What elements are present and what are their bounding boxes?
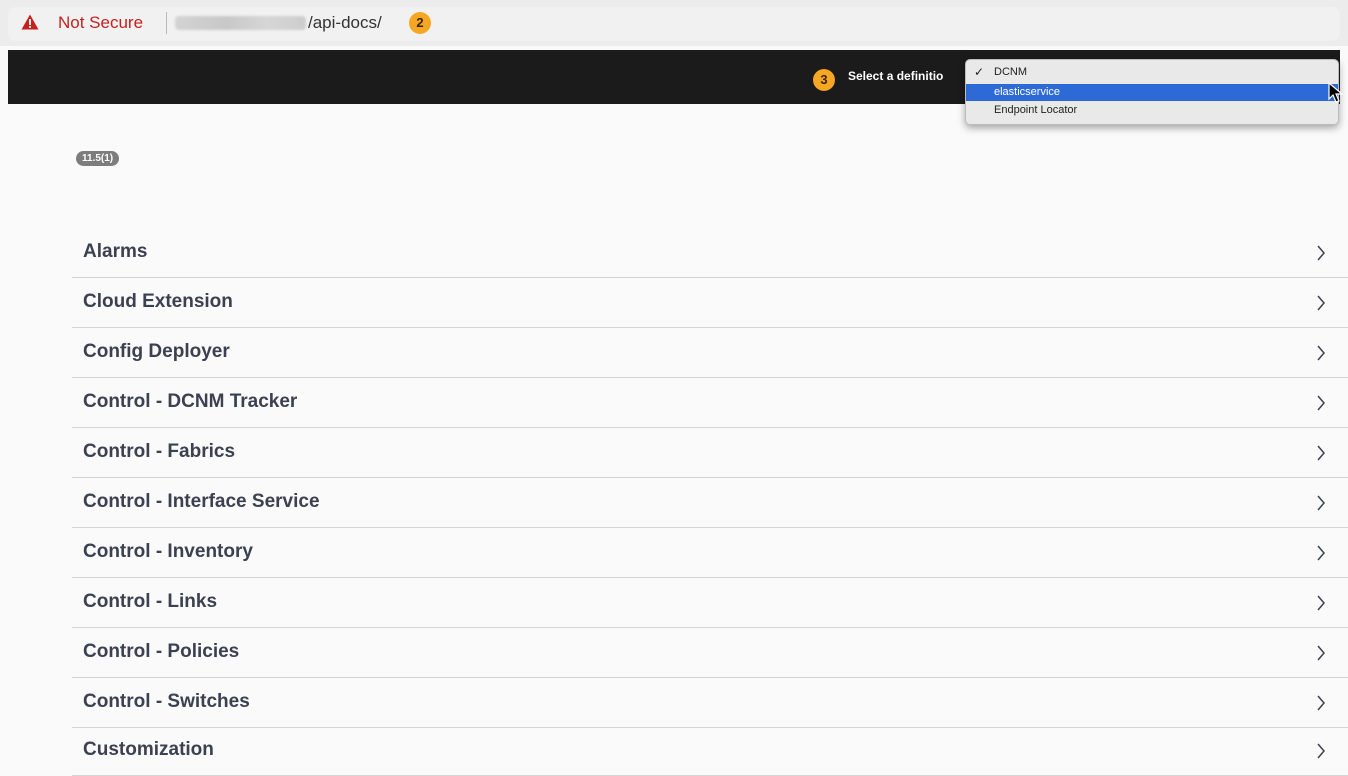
api-group-row[interactable]: Control - Interface Service bbox=[72, 478, 1348, 528]
check-icon: ✓ bbox=[974, 65, 985, 79]
chevron-right-icon bbox=[1317, 595, 1325, 611]
definition-dropdown[interactable]: ✓ DCNM elasticservice Endpoint Locator bbox=[965, 59, 1339, 125]
chevron-right-icon bbox=[1317, 295, 1325, 311]
chevron-right-icon bbox=[1317, 245, 1325, 261]
api-group-label: Control - Interface Service bbox=[83, 491, 320, 512]
chevron-right-icon bbox=[1317, 743, 1325, 759]
chevron-right-icon bbox=[1317, 345, 1325, 361]
version-badge: 11.5(1) bbox=[76, 151, 120, 166]
api-group-row[interactable]: Config Deployer bbox=[72, 328, 1348, 378]
chevron-right-icon bbox=[1317, 395, 1325, 411]
api-group-row[interactable]: Control - Inventory bbox=[72, 528, 1348, 578]
api-group-label: Control - Fabrics bbox=[83, 441, 236, 462]
dropdown-option-elasticservice[interactable]: elasticservice bbox=[966, 84, 1338, 101]
callout-badge: 2 bbox=[409, 12, 431, 34]
api-group-row[interactable]: Control - DCNM Tracker bbox=[72, 378, 1348, 428]
api-group-row[interactable]: Control - Switches bbox=[72, 678, 1348, 728]
api-group-label: Cloud Extension bbox=[83, 291, 233, 312]
security-status[interactable]: Not Secure bbox=[58, 13, 143, 33]
callout-badge: 3 bbox=[813, 69, 835, 91]
api-group-row[interactable]: Control - Policies bbox=[72, 628, 1348, 678]
api-group-label: Control - Policies bbox=[83, 641, 240, 662]
browser-address-bar: Not Secure /api-docs/ 2 bbox=[0, 0, 1348, 46]
api-group-row[interactable]: Control - Fabrics bbox=[72, 428, 1348, 478]
url-path[interactable]: /api-docs/ bbox=[308, 13, 382, 33]
redacted-host bbox=[175, 16, 306, 30]
api-group-label: Control - DCNM Tracker bbox=[83, 391, 298, 412]
divider bbox=[166, 12, 167, 34]
api-group-label: Control - Links bbox=[83, 591, 218, 612]
api-group-label: Control - Inventory bbox=[83, 541, 253, 562]
api-group-row[interactable]: Cloud Extension bbox=[72, 278, 1348, 328]
dropdown-option-dcnm[interactable]: ✓ DCNM bbox=[966, 64, 1338, 81]
api-group-label: Control - Switches bbox=[83, 691, 250, 712]
warning-triangle-icon[interactable] bbox=[21, 14, 39, 30]
chevron-right-icon bbox=[1317, 645, 1325, 661]
api-group-label: Alarms bbox=[83, 241, 148, 262]
mouse-cursor-icon bbox=[1328, 82, 1344, 103]
chevron-right-icon bbox=[1317, 445, 1325, 461]
api-group-row[interactable]: Customization bbox=[72, 726, 1348, 776]
chevron-right-icon bbox=[1317, 495, 1325, 511]
chevron-right-icon bbox=[1317, 545, 1325, 561]
api-group-row[interactable]: Alarms bbox=[72, 228, 1348, 278]
api-group-label: Config Deployer bbox=[83, 341, 230, 362]
api-group-label: Customization bbox=[83, 739, 214, 760]
definition-select-label: Select a definitio bbox=[848, 69, 944, 83]
api-group-row[interactable]: Control - Links bbox=[72, 578, 1348, 628]
dropdown-option-endpoint-locator[interactable]: Endpoint Locator bbox=[966, 102, 1338, 119]
chevron-right-icon bbox=[1317, 695, 1325, 711]
